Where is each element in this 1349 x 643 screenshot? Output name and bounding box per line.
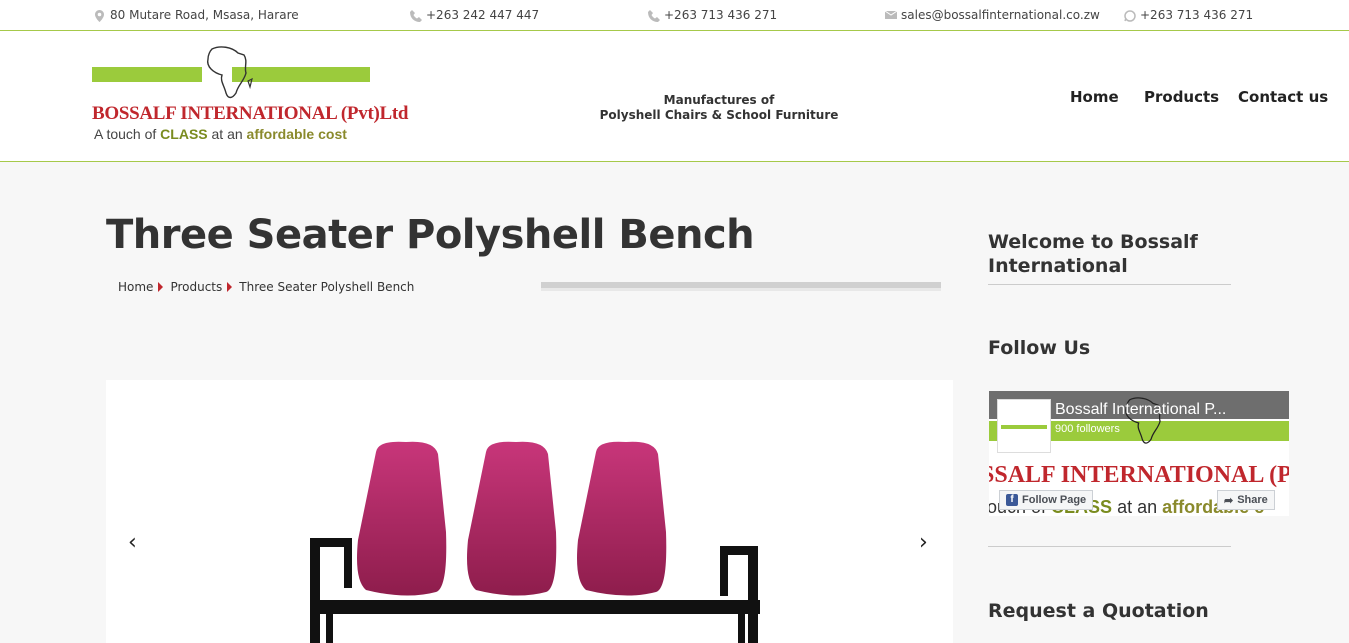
email-text: sales@bossalfinternational.co.zw [901,8,1100,22]
mobile-text: +263 713 436 271 [664,8,778,22]
title-divider [541,282,941,291]
breadcrumb-arrow-icon [227,282,233,292]
africa-map-icon [207,46,253,99]
site-header: BOSSALF INTERNATIONAL (Pvt)Ltd A touch o… [0,31,1349,162]
nav-contact-us[interactable]: Contact us [1238,88,1328,106]
bench-product-image [310,441,760,643]
logo-tag-text: at an [207,126,247,142]
fb-cover-company-name: SSALF INTERNATIONAL (Pvt)L [989,462,1289,488]
whatsapp-item[interactable]: +263 713 436 271 [1124,8,1253,22]
facebook-icon: f [1006,494,1018,506]
logo-green-bar-left [92,67,202,82]
phone-icon [410,9,422,22]
fb-follow-page-button[interactable]: f Follow Page [999,490,1094,510]
fb-page-name[interactable]: Bossalf International P... [1055,401,1275,419]
top-contact-bar: 80 Mutare Road, Msasa, Harare +263 242 4… [0,0,1349,31]
breadcrumb-home[interactable]: Home [118,280,153,294]
fb-follow-label: Follow Page [1022,494,1087,506]
breadcrumb: Home Products Three Seater Polyshell Ben… [118,280,414,294]
sidebar-welcome-heading: Welcome to Bossalf International [988,231,1198,277]
sidebar-quote-heading: Request a Quotation [988,600,1209,622]
mobile-item[interactable]: +263 713 436 271 [648,8,777,22]
fb-share-button[interactable]: ➦ Share [1217,490,1275,510]
fb-avatar-green-bar [1001,425,1047,429]
address-text: 80 Mutare Road, Msasa, Harare [110,8,299,22]
chevron-right-icon[interactable]: › [919,530,928,555]
logo-tagline: A touch of CLASS at an affordable cost [94,126,347,142]
whatsapp-icon [1124,9,1136,22]
header-tagline: Manufactures of Polyshell Chairs & Schoo… [590,93,848,123]
sidebar-divider [988,284,1231,285]
nav-products[interactable]: Products [1144,88,1219,106]
company-logo[interactable]: BOSSALF INTERNATIONAL (Pvt)Ltd A touch o… [92,45,408,145]
fb-cover-tag-text: at an [1112,497,1163,516]
logo-tag-class: CLASS [160,126,208,142]
sidebar-follow-heading: Follow Us [988,337,1091,359]
fb-followers-count: 900 followers [1055,423,1120,435]
breadcrumb-arrow-icon [158,282,164,292]
envelope-icon [884,10,898,21]
sidebar-divider [988,546,1231,547]
logo-tag-text: A touch of [94,126,161,142]
fb-page-avatar[interactable] [997,399,1051,453]
breadcrumb-current: Three Seater Polyshell Bench [239,280,415,294]
page-title: Three Seater Polyshell Bench [106,212,755,258]
logo-company-name: BOSSALF INTERNATIONAL (Pvt)Ltd [92,103,409,124]
facebook-page-widget[interactable]: SSALF INTERNATIONAL (Pvt)L ouch of CLASS… [989,391,1289,516]
phone-icon [648,9,660,22]
nav-home[interactable]: Home [1070,88,1119,106]
fb-share-label: Share [1237,494,1268,506]
phone-item[interactable]: +263 242 447 447 [410,8,539,22]
map-pin-icon [94,9,105,22]
product-image-slider: ‹ › [106,380,953,643]
email-item[interactable]: sales@bossalfinternational.co.zw [884,8,1100,22]
tagline-line-1: Manufactures of [663,93,775,107]
chevron-left-icon[interactable]: ‹ [128,530,137,555]
share-arrow-icon: ➦ [1224,494,1234,507]
logo-tag-affordable: affordable cost [246,126,347,142]
breadcrumb-products[interactable]: Products [170,280,222,294]
address-item: 80 Mutare Road, Msasa, Harare [94,8,299,22]
phone-text: +263 242 447 447 [426,8,540,22]
tagline-line-2: Polyshell Chairs & School Furniture [599,108,839,122]
whatsapp-text: +263 713 436 271 [1140,8,1254,22]
